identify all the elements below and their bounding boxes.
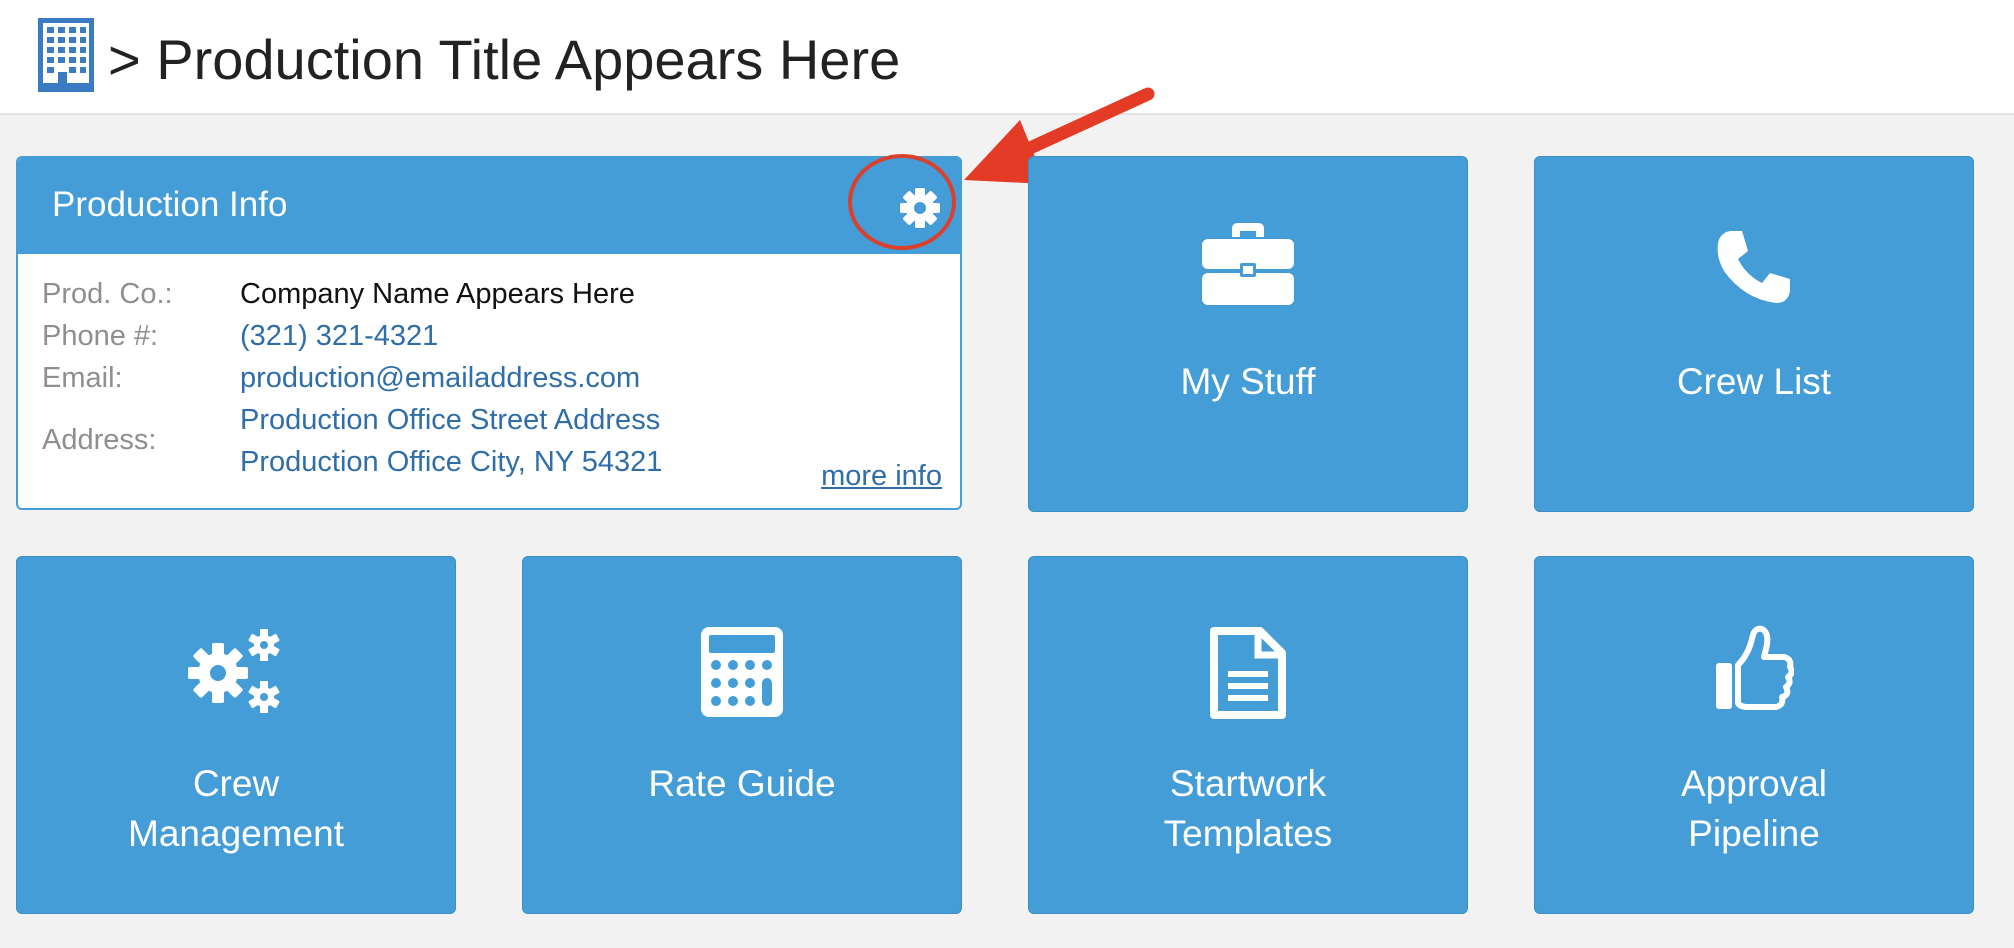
crew-management-label: Crew Management <box>17 759 455 859</box>
my-stuff-label: My Stuff <box>1180 361 1316 402</box>
gear-icon[interactable] <box>890 178 950 238</box>
approval-pipeline-label-line1: Approval <box>1680 763 1828 804</box>
gears-icon <box>188 629 280 713</box>
startwork-templates-label-line1: Startwork <box>1169 763 1327 804</box>
startwork-templates-tile[interactable]: Startwork Templates <box>1028 556 1468 914</box>
crew-list-tile[interactable]: Crew List <box>1534 156 1974 512</box>
startwork-templates-label-line2: Templates <box>1163 813 1333 854</box>
production-info-title: Production Info <box>52 185 288 224</box>
prod-co-label: Prod. Co.: <box>42 278 173 310</box>
phone-link[interactable]: (321) 321-4321 <box>240 315 438 357</box>
briefcase-icon <box>1202 223 1294 305</box>
phone-icon <box>1717 231 1790 303</box>
prod-co-value: Company Name Appears Here <box>240 278 635 310</box>
top-bar: > Production Title Appears Here <box>0 0 2014 115</box>
crew-management-label-line2: Management <box>128 813 344 854</box>
approval-pipeline-tile[interactable]: Approval Pipeline <box>1534 556 1974 914</box>
address-line1-link[interactable]: Production Office Street Address <box>240 399 660 441</box>
address-line2-link[interactable]: Production Office City, NY 54321 <box>240 441 662 483</box>
more-info-link[interactable]: more info <box>821 456 942 496</box>
my-stuff-tile[interactable]: My Stuff <box>1028 156 1468 512</box>
rate-guide-tile[interactable]: Rate Guide <box>522 556 962 914</box>
approval-pipeline-label: Approval Pipeline <box>1535 759 1973 859</box>
address-label: Address: <box>42 424 157 456</box>
production-info-card: Production Info Prod. Co.: Company Name … <box>16 156 962 510</box>
production-info-header: Production Info <box>18 158 960 254</box>
startwork-templates-label: Startwork Templates <box>1029 759 1467 859</box>
phone-label: Phone #: <box>42 320 159 352</box>
rate-guide-label: Rate Guide <box>648 763 836 804</box>
page-title: > Production Title Appears Here <box>108 28 901 91</box>
approval-pipeline-label-line2: Pipeline <box>1688 813 1820 854</box>
thumbs-up-icon <box>1716 625 1794 710</box>
crew-management-tile[interactable]: Crew Management <box>16 556 456 914</box>
building-icon <box>38 18 94 92</box>
email-link[interactable]: production@emailaddress.com <box>240 357 640 399</box>
calculator-icon <box>701 627 783 717</box>
document-icon <box>1210 627 1286 719</box>
crew-management-label-line1: Crew <box>192 763 280 804</box>
crew-list-label: Crew List <box>1676 361 1832 402</box>
email-label: Email: <box>42 362 123 394</box>
